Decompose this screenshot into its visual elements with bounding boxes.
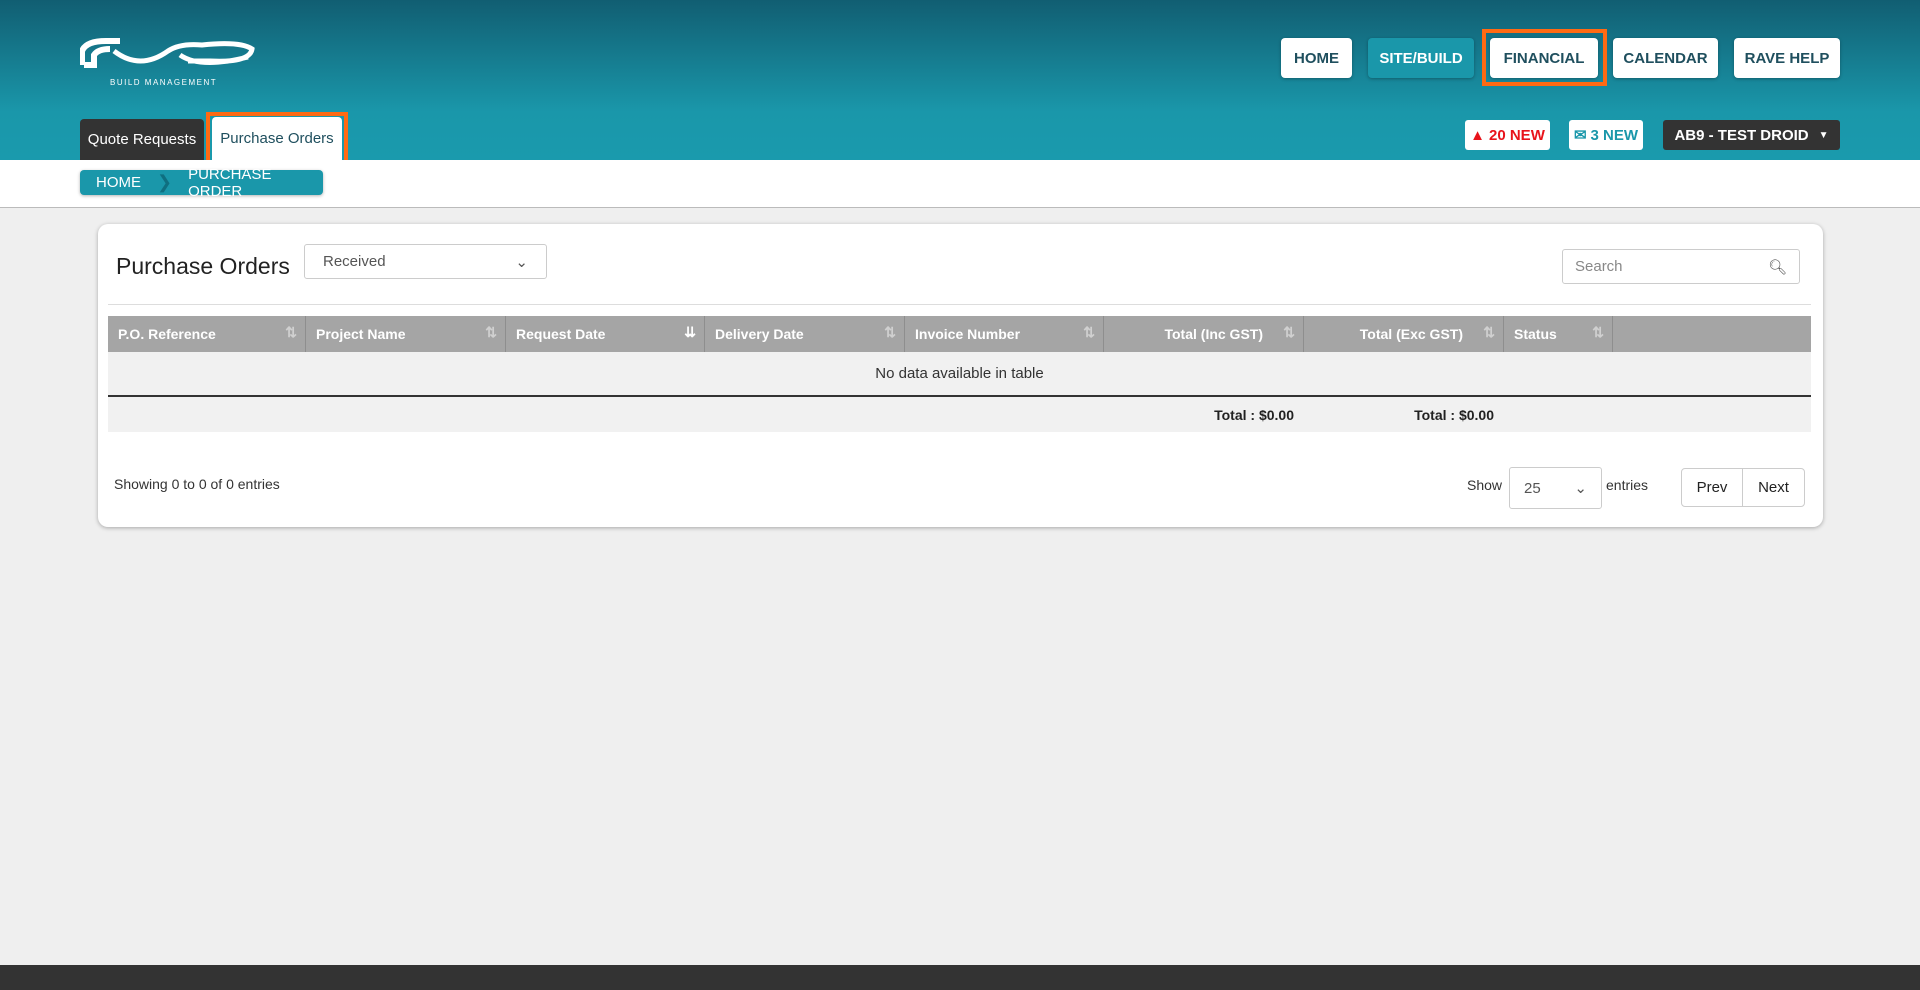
nav-home[interactable]: HOME xyxy=(1281,38,1352,78)
prev-button[interactable]: Prev xyxy=(1681,468,1743,507)
column-po-reference[interactable]: P.O. Reference ⇅ xyxy=(108,316,306,352)
divider xyxy=(108,304,1811,305)
sort-icon: ⇅ xyxy=(1592,324,1604,340)
sort-icon: ⇅ xyxy=(884,324,896,340)
search-icon: 🔍︎ xyxy=(1767,258,1787,276)
entries-info: Showing 0 to 0 of 0 entries xyxy=(114,476,280,492)
svg-text:BUILD MANAGEMENT: BUILD MANAGEMENT xyxy=(110,78,217,87)
empty-table-row: No data available in table xyxy=(108,352,1811,397)
breadcrumb-current: PURCHASE ORDER xyxy=(188,165,272,200)
rave-logo[interactable]: BUILD MANAGEMENT xyxy=(80,37,256,89)
sort-icon: ⇅ xyxy=(1483,324,1495,340)
messages-count: 3 NEW xyxy=(1590,126,1639,144)
status-filter-select[interactable]: Received ⌄ xyxy=(304,244,547,279)
column-invoice-number[interactable]: Invoice Number ⇅ xyxy=(905,316,1104,352)
tab-quote-requests[interactable]: Quote Requests xyxy=(80,119,204,160)
sort-icon: ⇅ xyxy=(1083,324,1095,340)
breadcrumb: HOME ❯ PURCHASE ORDER xyxy=(80,166,323,200)
next-button[interactable]: Next xyxy=(1742,468,1805,507)
table-footer xyxy=(108,397,1811,432)
chevron-down-icon: ⌄ xyxy=(515,253,528,271)
column-project-name[interactable]: Project Name ⇅ xyxy=(306,316,506,352)
chevron-right-icon: ❯ xyxy=(157,172,173,192)
page-title: Purchase Orders xyxy=(116,253,290,279)
user-name: AB9 - TEST DROID xyxy=(1674,126,1809,144)
column-request-date[interactable]: Request Date ⇊ xyxy=(506,316,705,352)
sort-icon: ⇅ xyxy=(285,324,297,340)
warning-icon: ▲ xyxy=(1470,126,1485,144)
envelope-icon: ✉ xyxy=(1573,127,1587,144)
page-size-value: 25 xyxy=(1524,479,1541,497)
footer-total-inc: Total : $0.00 xyxy=(1214,406,1294,423)
search-placeholder: Search xyxy=(1575,258,1623,275)
show-label: Show xyxy=(1467,477,1503,493)
column-total-exc-gst[interactable]: Total (Exc GST) ⇅ xyxy=(1304,316,1504,352)
messages-badge[interactable]: ✉ 3 NEW xyxy=(1569,120,1643,150)
sort-desc-icon: ⇊ xyxy=(684,324,696,340)
column-status[interactable]: Status ⇅ xyxy=(1504,316,1613,352)
chevron-down-icon: ⌄ xyxy=(1574,480,1587,497)
entries-label: entries xyxy=(1606,477,1649,493)
nav-rave-help[interactable]: RAVE HELP xyxy=(1734,38,1840,78)
column-delivery-date[interactable]: Delivery Date ⇅ xyxy=(705,316,905,352)
nav-calendar[interactable]: CALENDAR xyxy=(1613,38,1718,78)
sort-icon: ⇅ xyxy=(485,324,497,340)
sort-icon: ⇅ xyxy=(1283,324,1295,340)
user-menu[interactable]: AB9 - TEST DROID ▼ xyxy=(1663,120,1840,150)
page-footer xyxy=(0,965,1920,990)
nav-financial[interactable]: FINANCIAL xyxy=(1490,38,1598,78)
column-total-inc-gst[interactable]: Total (Inc GST) ⇅ xyxy=(1104,316,1304,352)
caret-down-icon: ▼ xyxy=(1818,129,1829,141)
breadcrumb-home[interactable]: HOME xyxy=(80,174,157,191)
footer-total-exc: Total : $0.00 xyxy=(1414,406,1494,423)
search-input[interactable]: Search 🔍︎ xyxy=(1562,249,1800,284)
nav-site-build[interactable]: SITE/BUILD xyxy=(1368,38,1474,78)
tab-purchase-orders[interactable]: Purchase Orders xyxy=(212,117,342,160)
filter-value: Received xyxy=(323,253,386,270)
alerts-badge[interactable]: ▲ 20 NEW xyxy=(1465,120,1550,150)
page-size-select[interactable]: 25 ⌄ xyxy=(1509,467,1602,509)
alerts-count: 20 NEW xyxy=(1489,126,1545,144)
